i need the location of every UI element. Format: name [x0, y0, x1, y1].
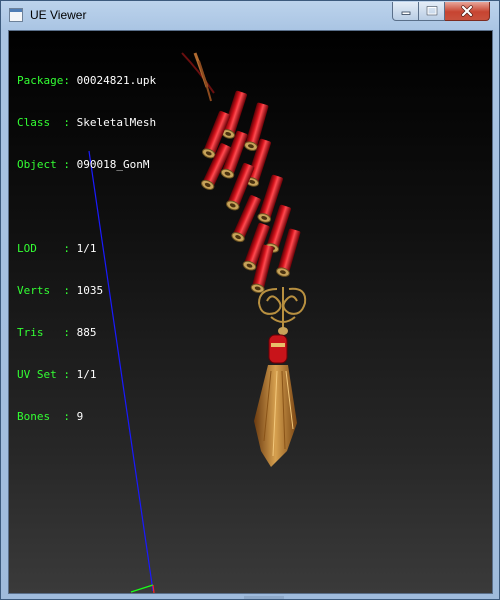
info-row-uvset: UV Set : 1/1	[17, 368, 97, 381]
render-viewport[interactable]: Package: 00024821.upk Class : SkeletalMe…	[8, 30, 493, 594]
ornament-knot	[257, 287, 307, 331]
maximize-button[interactable]	[419, 2, 445, 21]
maximize-icon	[426, 6, 437, 16]
ornament-bead	[278, 327, 288, 335]
window-title: UE Viewer	[30, 8, 87, 22]
axis-y-line	[130, 584, 154, 593]
title-bar[interactable]: UE Viewer	[1, 1, 499, 30]
mesh-info-overlay: Package: 00024821.upk Class : SkeletalMe…	[17, 46, 156, 452]
firecracker-bundle	[199, 89, 302, 295]
axis-x-line	[152, 584, 155, 593]
info-row-verts: Verts : 1035	[17, 284, 104, 297]
tassel	[254, 365, 297, 467]
info-row-bones: Bones : 9	[17, 410, 84, 423]
minimize-icon	[401, 11, 410, 15]
close-icon	[461, 5, 473, 17]
firecracker-fuse	[181, 52, 215, 102]
app-window: UE Viewer Package: 00024821.upk Class: …	[0, 0, 500, 600]
info-row-tris: Tris : 885	[17, 326, 97, 339]
minimize-button[interactable]	[392, 2, 419, 21]
resize-grip[interactable]	[244, 596, 284, 599]
app-icon	[9, 8, 23, 22]
info-row-package: Package: 00024821.upk	[17, 74, 157, 87]
info-row-class: Class : SkeletalMesh	[17, 116, 157, 129]
close-button[interactable]	[445, 2, 490, 21]
info-row-object: Object : 090018_GonM	[17, 158, 150, 171]
tassel-cap	[268, 334, 288, 364]
info-row-lod: LOD : 1/1	[17, 242, 97, 255]
